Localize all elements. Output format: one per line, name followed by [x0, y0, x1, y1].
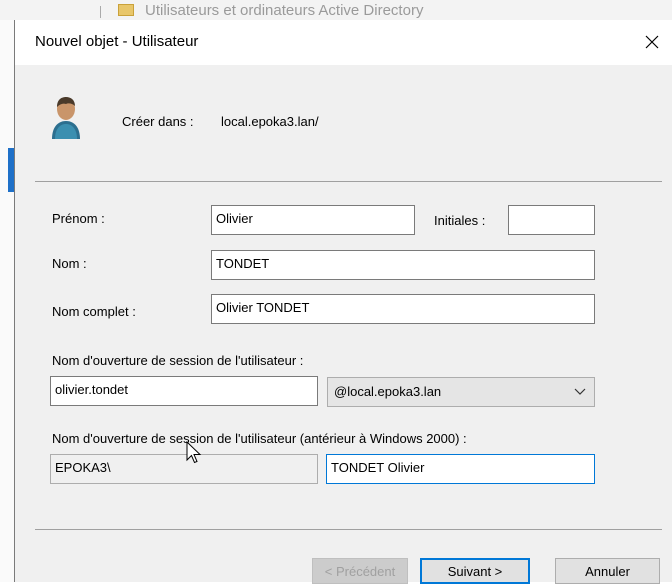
- last-name-label: Nom :: [52, 256, 87, 271]
- background-window-left-pane: [0, 20, 15, 582]
- dialog-body: Créer dans : local.epoka3.lan/ Prénom : …: [15, 65, 672, 584]
- last-name-input[interactable]: TONDET: [211, 250, 595, 280]
- dialog-titlebar[interactable]: Nouvel objet - Utilisateur: [15, 20, 672, 65]
- first-name-label: Prénom :: [52, 211, 105, 226]
- footer-separator: [35, 529, 662, 530]
- initials-label: Initiales :: [434, 213, 486, 228]
- create-in-label: Créer dans :: [122, 114, 194, 129]
- pre2000-logon-label: Nom d'ouverture de session de l'utilisat…: [52, 431, 467, 446]
- user-icon: [52, 97, 80, 139]
- pre2000-logon-input[interactable]: TONDET Olivier: [326, 454, 595, 484]
- pre2000-domain-field: EPOKA3\: [50, 454, 318, 484]
- create-in-value: local.epoka3.lan/: [221, 114, 319, 129]
- mouse-pointer-icon: [186, 441, 202, 464]
- header-separator: [35, 181, 662, 182]
- first-name-input[interactable]: Olivier: [211, 205, 415, 235]
- new-user-dialog: Nouvel objet - Utilisateur Créer dans : …: [14, 20, 672, 584]
- close-button[interactable]: [632, 24, 672, 60]
- next-button[interactable]: Suivant >: [420, 558, 530, 584]
- upn-suffix-value: @local.epoka3.lan: [334, 384, 442, 399]
- previous-button[interactable]: < Précédent: [312, 558, 408, 584]
- tree-line: [100, 6, 101, 18]
- folder-icon: [118, 4, 134, 16]
- full-name-label: Nom complet :: [52, 304, 136, 319]
- cancel-button[interactable]: Annuler: [555, 558, 660, 584]
- logon-name-input[interactable]: olivier.tondet: [50, 376, 318, 406]
- logon-name-label: Nom d'ouverture de session de l'utilisat…: [52, 353, 304, 368]
- upn-suffix-dropdown[interactable]: @local.epoka3.lan: [327, 377, 595, 407]
- full-name-input[interactable]: Olivier TONDET: [211, 294, 595, 324]
- dialog-title: Nouvel objet - Utilisateur: [35, 33, 199, 50]
- close-icon: [645, 35, 659, 49]
- chevron-down-icon: [574, 388, 586, 395]
- background-window-title: Utilisateurs et ordinateurs Active Direc…: [145, 2, 424, 19]
- background-window-header: Utilisateurs et ordinateurs Active Direc…: [0, 0, 672, 20]
- initials-input[interactable]: [508, 205, 595, 235]
